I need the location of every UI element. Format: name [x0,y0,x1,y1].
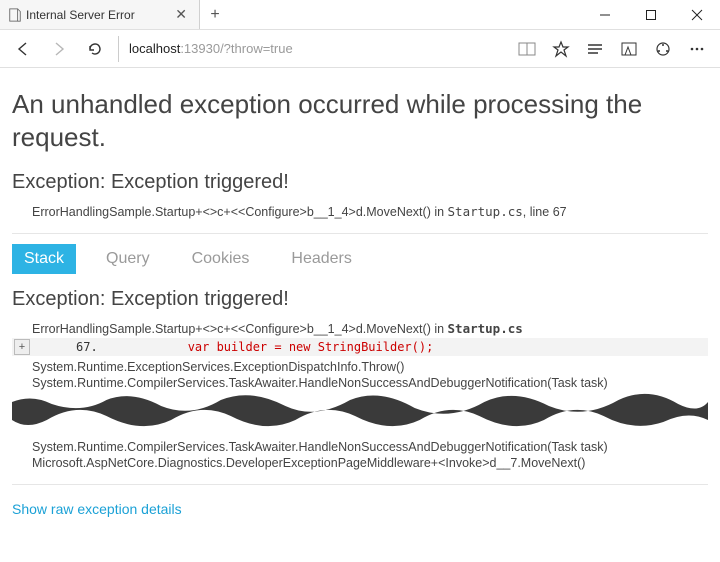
page-title: An unhandled exception occurred while pr… [12,88,708,153]
detail-tabs: Stack Query Cookies Headers [12,244,708,274]
tab-close-icon[interactable]: ✕ [171,6,191,23]
stack-exception-heading: Exception: Exception triggered! [12,288,708,311]
frame-line-prefix: , line [523,205,553,219]
divider [12,484,708,485]
browser-toolbar: localhost:13930/?throw=true [0,30,720,68]
frame-file: Startup.cs [448,204,523,219]
more-icon[interactable] [680,34,714,64]
divider [12,233,708,234]
stack-frame-4: Microsoft.AspNetCore.Diagnostics.Develop… [32,456,708,470]
url-rest: :13930/?throw=true [180,41,292,56]
stack-frame-2: System.Runtime.CompilerServices.TaskAwai… [32,376,708,390]
stack-frames-lower: System.Runtime.CompilerServices.TaskAwai… [12,440,708,470]
reading-view-icon[interactable] [510,34,544,64]
top-stack-frame: ErrorHandlingSample.Startup+<>c+<<Config… [12,204,708,219]
page-content: An unhandled exception occurred while pr… [0,68,720,485]
tab-stack[interactable]: Stack [12,244,76,274]
exception-heading: Exception: Exception triggered! [12,171,708,194]
address-bar[interactable]: localhost:13930/?throw=true [118,36,504,62]
favorite-icon[interactable] [544,34,578,64]
frame-line-number: 67 [553,205,567,219]
stack-frames: ErrorHandlingSample.Startup+<>c+<<Config… [12,321,708,390]
source-line-row: + 67. var builder = new StringBuilder(); [12,338,708,356]
frame-method: ErrorHandlingSample.Startup+<>c+<<Config… [32,322,448,336]
tab-cookies[interactable]: Cookies [180,244,262,274]
stack-frame-0: ErrorHandlingSample.Startup+<>c+<<Config… [32,321,708,336]
refresh-button[interactable] [78,34,112,64]
show-raw-exception-link[interactable]: Show raw exception details [0,495,720,529]
tab-title: Internal Server Error [26,8,167,22]
close-window-button[interactable] [674,0,720,29]
webnote-icon[interactable] [612,34,646,64]
forward-button[interactable] [42,34,76,64]
maximize-button[interactable] [628,0,674,29]
frame-file: Startup.cs [448,321,523,336]
new-tab-button[interactable]: + [200,0,230,29]
hub-icon[interactable] [578,34,612,64]
frame-method: ErrorHandlingSample.Startup+<>c+<<Config… [32,205,448,219]
source-line-number: 67. [76,340,98,354]
window-titlebar: Internal Server Error ✕ + [0,0,720,30]
page-icon [8,8,22,22]
expand-source-button[interactable]: + [14,339,30,355]
tab-query[interactable]: Query [94,244,162,274]
back-button[interactable] [6,34,40,64]
source-code-line: var builder = new StringBuilder(); [188,340,434,354]
stack-frame-3: System.Runtime.CompilerServices.TaskAwai… [32,440,708,454]
window-buttons [582,0,720,29]
share-icon[interactable] [646,34,680,64]
torn-edge-graphic [12,390,708,430]
browser-tab[interactable]: Internal Server Error ✕ [0,0,200,29]
url-host: localhost [129,41,180,56]
tab-headers[interactable]: Headers [279,244,363,274]
toolbar-actions [510,34,714,64]
minimize-button[interactable] [582,0,628,29]
stack-frame-1: System.Runtime.ExceptionServices.Excepti… [32,360,708,374]
